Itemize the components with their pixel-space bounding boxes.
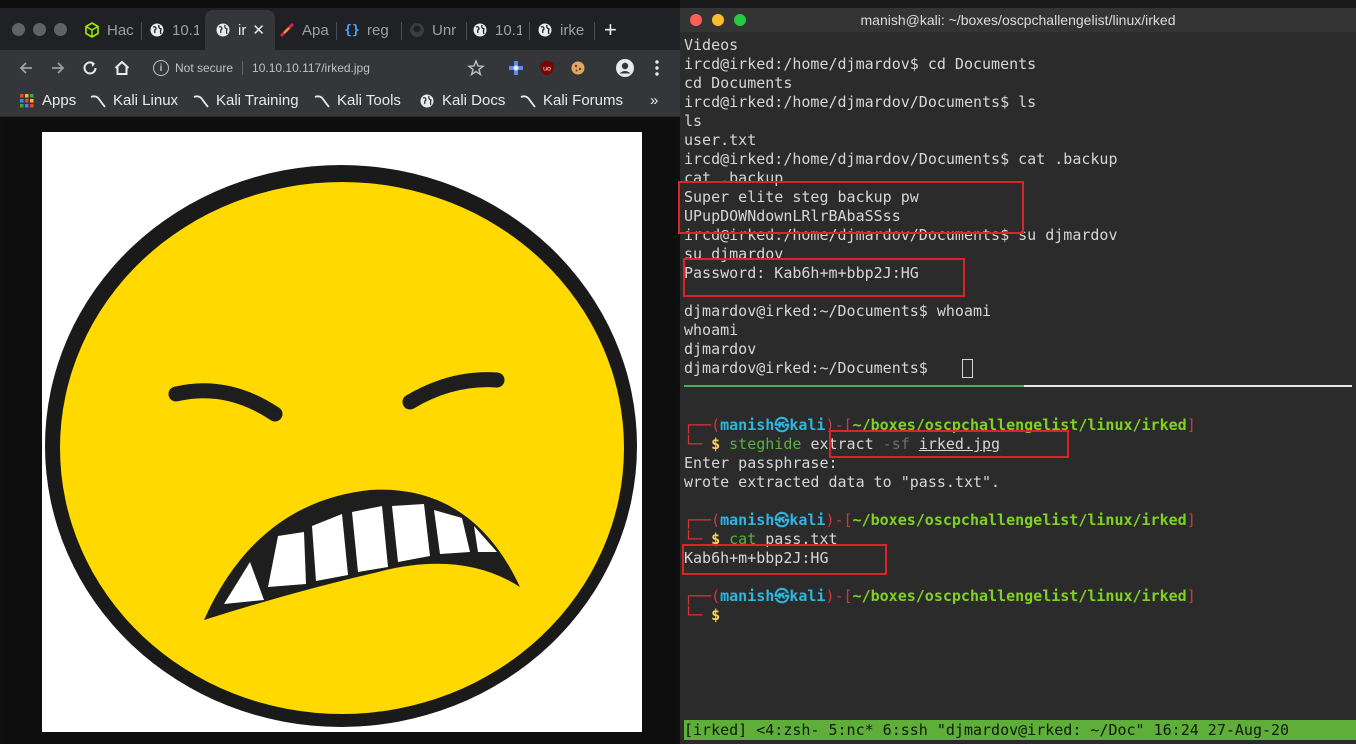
- globe-icon: [419, 93, 435, 109]
- tab-bar: Hac 10.1 ir ✕ Apa {} reg Unr 10.1 irke +: [0, 8, 680, 50]
- bookmark-label: Kali Linux: [113, 92, 179, 109]
- security-label: Not secure: [175, 61, 234, 75]
- globe-icon: [215, 22, 231, 38]
- bookmark-label: Kali Tools: [337, 92, 401, 109]
- cube-icon: [84, 22, 100, 38]
- svg-text:uo: uo: [543, 65, 551, 73]
- terminal-line: ircd@irked:/home/djmardov/Documents$ cat…: [684, 150, 1118, 168]
- url-text[interactable]: 10.10.10.117/irked.jpg: [252, 61, 370, 75]
- menu-kebab-icon[interactable]: [646, 57, 668, 79]
- more-bookmarks-button[interactable]: »: [650, 92, 658, 109]
- kali-dragon-icon: [193, 93, 209, 109]
- braces-icon: {}: [344, 22, 360, 38]
- tab-10-1-a[interactable]: 10.1: [149, 18, 199, 42]
- terminal-line: whoami: [684, 321, 739, 339]
- terminal-line: ircd@irked:/home/djmardov$ cd Documents: [684, 55, 1037, 73]
- bookmark-kali-linux[interactable]: Kali Linux: [90, 92, 178, 109]
- bookmark-kali-docs[interactable]: Kali Docs: [419, 92, 505, 109]
- tab-reg[interactable]: {} reg: [344, 18, 394, 42]
- globe-icon: [472, 22, 488, 38]
- pane-separator-active: [1024, 385, 1352, 387]
- terminal-line: djmardov@irked:~/Documents$: [684, 359, 937, 377]
- forward-button[interactable]: [47, 57, 69, 79]
- back-button[interactable]: [15, 57, 37, 79]
- ublock-icon[interactable]: uo: [536, 57, 558, 79]
- prompt-line: ┌──(manish㉿kali)-[~/boxes/oscpchallengel…: [684, 587, 1196, 605]
- terminal-title: manish@kali: ~/boxes/oscpchallengelist/l…: [860, 12, 1176, 28]
- command-line[interactable]: └─ $: [684, 606, 720, 625]
- window-minimize-dot[interactable]: [33, 23, 46, 36]
- kali-dragon-icon: [90, 93, 106, 109]
- tab-irke[interactable]: irke: [537, 18, 587, 42]
- tab-label: 10.1: [172, 21, 199, 39]
- tab-label: 10.1: [495, 21, 522, 39]
- tab-label: Hac: [107, 21, 134, 39]
- irked-emoji-image: [42, 132, 642, 732]
- apps-grid-icon: [19, 93, 35, 109]
- terminal-window: manish@kali: ~/boxes/oscpchallengelist/l…: [678, 8, 1356, 744]
- cookie-icon[interactable]: [567, 57, 589, 79]
- highlight-password: [683, 258, 965, 297]
- prompt-line: ┌──(manish㉿kali)-[~/boxes/oscpchallengel…: [684, 511, 1196, 529]
- terminal-line: djmardov: [684, 340, 757, 358]
- terminal-line: Enter passphrase:: [684, 454, 838, 472]
- globe-icon: [149, 22, 165, 38]
- info-icon[interactable]: i: [153, 60, 169, 76]
- new-tab-button[interactable]: +: [604, 18, 626, 42]
- tab-unr[interactable]: Unr: [409, 18, 459, 42]
- bookmark-apps[interactable]: Apps: [19, 92, 76, 109]
- kali-dragon-icon: [520, 93, 536, 109]
- terminal-titlebar: manish@kali: ~/boxes/oscpchallengelist/l…: [680, 8, 1356, 32]
- bookmark-label: Apps: [42, 92, 77, 109]
- globe-icon: [537, 22, 553, 38]
- bookmark-kali-tools[interactable]: Kali Tools: [314, 92, 401, 109]
- highlight-backup-pw: [678, 181, 1024, 234]
- tab-apa[interactable]: Apa: [279, 18, 329, 42]
- kali-dragon-icon: [314, 93, 330, 109]
- pane-separator: [684, 385, 1024, 387]
- terminal-line: Videos: [684, 36, 739, 54]
- feather-icon: [279, 22, 295, 38]
- terminal-line: wrote extracted data to "pass.txt".: [684, 473, 1001, 491]
- tab-10-1-b[interactable]: 10.1: [472, 18, 522, 42]
- reload-button[interactable]: [79, 57, 101, 79]
- bookmark-label: Kali Docs: [442, 92, 506, 109]
- address-bar[interactable]: i Not secure 10.10.10.117/irked.jpg: [144, 55, 494, 81]
- bookmark-kali-training[interactable]: Kali Training: [193, 92, 299, 109]
- profile-avatar-icon[interactable]: [614, 57, 636, 79]
- window-maximize-dot[interactable]: [54, 23, 67, 36]
- terminal-cursor: [962, 359, 973, 378]
- tab-label: ir: [238, 21, 247, 39]
- tab-hac[interactable]: Hac: [84, 18, 134, 42]
- browser-window: Hac 10.1 ir ✕ Apa {} reg Unr 10.1 irke +…: [0, 0, 680, 744]
- tab-label: reg: [367, 21, 389, 39]
- bookmarks-bar: Apps Kali Linux Kali Training Kali Tools…: [0, 86, 680, 117]
- window-close-dot[interactable]: [12, 23, 25, 36]
- bookmark-label: Kali Forums: [543, 92, 624, 109]
- home-button[interactable]: [111, 57, 133, 79]
- star-icon[interactable]: [465, 57, 487, 79]
- bookmark-kali-forums[interactable]: Kali Forums: [520, 92, 623, 109]
- tab-label: Apa: [302, 21, 329, 39]
- tab-label: irke: [560, 21, 585, 39]
- terminal-line: user.txt: [684, 131, 757, 149]
- terminal-line: ircd@irked:/home/djmardov/Documents$ ls: [684, 93, 1037, 111]
- browser-toolbar: i Not secure 10.10.10.117/irked.jpg uo: [0, 50, 680, 86]
- terminal-line: ls: [684, 112, 703, 130]
- tab-irked-active[interactable]: ir ✕: [205, 10, 275, 50]
- highlight-steghide-cmd: [829, 430, 1069, 458]
- terminal-line: djmardov@irked:~/Documents$ whoami: [684, 302, 992, 320]
- bookmark-label: Kali Training: [216, 92, 299, 109]
- extension-cross-icon[interactable]: [505, 57, 527, 79]
- tmux-status-bar: [irked] <4:zsh- 5:nc* 6:ssh "djmardov@ir…: [684, 720, 1356, 740]
- github-icon: [409, 22, 425, 38]
- close-icon[interactable]: ✕: [252, 21, 265, 39]
- highlight-pass-output: [682, 544, 887, 575]
- tab-label: Unr: [432, 21, 457, 39]
- terminal-line: cd Documents: [684, 74, 793, 92]
